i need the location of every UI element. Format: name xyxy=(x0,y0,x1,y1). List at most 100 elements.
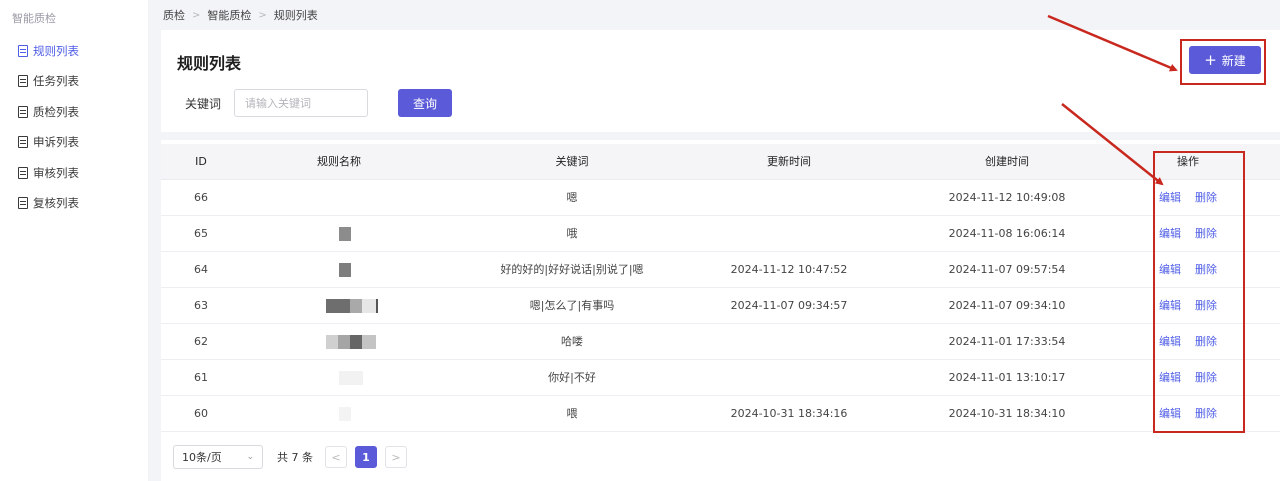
keyword-label: 关键词 xyxy=(185,97,222,111)
column-header-actions: 操作 xyxy=(1177,155,1199,168)
sidebar-item-label: 任务列表 xyxy=(33,74,79,88)
delete-link[interactable]: 删除 xyxy=(1195,407,1217,420)
sidebar-item-inspections[interactable]: 质检列表 xyxy=(18,102,79,122)
delete-link[interactable]: 删除 xyxy=(1195,263,1217,276)
cell-keyword: 哦 xyxy=(566,227,578,240)
pagination: 10条/页 ⌄ 共 7 条 < 1 > xyxy=(173,445,415,469)
cell-updated xyxy=(724,216,854,252)
column-header-id: ID xyxy=(195,155,207,168)
edit-link[interactable]: 编辑 xyxy=(1159,299,1181,312)
delete-link[interactable]: 删除 xyxy=(1195,191,1217,204)
redacted-name xyxy=(326,335,376,349)
sidebar-item-tasks[interactable]: 任务列表 xyxy=(18,71,79,91)
redacted-name xyxy=(339,263,351,277)
page-size-select[interactable]: 10条/页 ⌄ xyxy=(173,445,263,469)
edit-link[interactable]: 编辑 xyxy=(1159,335,1181,348)
delete-link[interactable]: 删除 xyxy=(1195,371,1217,384)
plus-icon: + xyxy=(1204,50,1217,69)
edit-link[interactable]: 编辑 xyxy=(1159,227,1181,240)
page-title: 规则列表 xyxy=(177,54,242,73)
page-size-value: 10条/页 xyxy=(182,451,222,464)
delete-link[interactable]: 删除 xyxy=(1195,335,1217,348)
cell-created: 2024-11-08 16:06:14 xyxy=(948,227,1066,240)
cell-updated: 2024-10-31 18:34:16 xyxy=(730,407,848,420)
cell-created: 2024-11-01 17:33:54 xyxy=(948,335,1066,348)
rules-table-panel: ID 规则名称 关键词 更新时间 创建时间 操作 66 嗯 2024-11-12… xyxy=(161,140,1280,481)
cell-id: 60 xyxy=(194,407,208,420)
column-header-name: 规则名称 xyxy=(317,155,361,168)
breadcrumb: 质检 > 智能质检 > 规则列表 xyxy=(163,6,318,24)
table-row: 64 好的好的|好好说话|别说了|嗯 2024-11-12 10:47:52 2… xyxy=(161,252,1280,288)
cell-created: 2024-11-01 13:10:17 xyxy=(948,371,1066,384)
cell-keyword: 哈喽 xyxy=(561,335,583,348)
document-icon xyxy=(18,136,28,148)
cell-created: 2024-11-07 09:34:10 xyxy=(948,299,1066,312)
cell-id: 61 xyxy=(194,371,208,384)
redacted-name xyxy=(326,299,378,313)
sidebar-item-appeals[interactable]: 申诉列表 xyxy=(18,132,79,152)
cell-actions: 编辑 删除 xyxy=(1148,252,1228,288)
table-row: 62 哈喽 2024-11-01 17:33:54 编辑 删除 xyxy=(161,324,1280,360)
edit-link[interactable]: 编辑 xyxy=(1159,263,1181,276)
edit-link[interactable]: 编辑 xyxy=(1159,407,1181,420)
cell-id: 65 xyxy=(194,227,208,240)
breadcrumb-item[interactable]: 质检 xyxy=(163,7,185,23)
sidebar-item-label: 申诉列表 xyxy=(33,135,79,149)
cell-keyword: 嗯|怎么了|有事吗 xyxy=(529,299,615,312)
redacted-name xyxy=(339,371,363,385)
chevron-right-icon: > xyxy=(258,9,267,21)
cell-id: 64 xyxy=(194,263,208,276)
chevron-left-icon: < xyxy=(331,450,341,464)
redacted-name xyxy=(339,407,351,421)
cell-id: 62 xyxy=(194,335,208,348)
column-header-keyword: 关键词 xyxy=(555,155,589,168)
breadcrumb-item[interactable]: 智能质检 xyxy=(207,7,251,23)
cell-created: 2024-11-07 09:57:54 xyxy=(948,263,1066,276)
cell-updated: 2024-11-12 10:47:52 xyxy=(730,263,848,276)
redacted-name xyxy=(339,227,351,241)
breadcrumb-item-current: 规则列表 xyxy=(273,9,318,22)
sidebar-item-reviews[interactable]: 审核列表 xyxy=(18,163,79,183)
chevron-down-icon: ⌄ xyxy=(246,452,254,462)
next-page-button[interactable]: > xyxy=(385,446,407,468)
cell-actions: 编辑 删除 xyxy=(1148,180,1228,216)
prev-page-button[interactable]: < xyxy=(325,446,347,468)
app-root: 智能质检 规则列表 任务列表 质检列表 申诉列表 审核列表 复核列表 质检 > xyxy=(0,0,1280,481)
table-row: 65 哦 2024-11-08 16:06:14 编辑 删除 xyxy=(161,216,1280,252)
query-button[interactable]: 查询 xyxy=(398,89,452,117)
edit-link[interactable]: 编辑 xyxy=(1159,191,1181,204)
table-header: ID 规则名称 关键词 更新时间 创建时间 操作 xyxy=(161,144,1280,180)
edit-link[interactable]: 编辑 xyxy=(1159,371,1181,384)
document-icon xyxy=(18,197,28,209)
delete-link[interactable]: 删除 xyxy=(1195,299,1217,312)
cell-created: 2024-10-31 18:34:10 xyxy=(948,407,1066,420)
table-row: 60 喂 2024-10-31 18:34:16 2024-10-31 18:3… xyxy=(161,396,1280,432)
cell-keyword: 喂 xyxy=(566,407,578,420)
sidebar-item-label: 复核列表 xyxy=(33,196,79,210)
sidebar-item-rechecks[interactable]: 复核列表 xyxy=(18,193,79,213)
sidebar-item-label: 审核列表 xyxy=(33,166,79,180)
cell-created: 2024-11-12 10:49:08 xyxy=(948,191,1066,204)
sidebar-item-label: 质检列表 xyxy=(33,105,79,119)
keyword-input[interactable] xyxy=(234,89,368,117)
cell-keyword: 嗯 xyxy=(566,191,578,204)
cell-id: 63 xyxy=(194,299,208,312)
document-icon xyxy=(18,106,28,118)
table-row: 66 嗯 2024-11-12 10:49:08 编辑 删除 xyxy=(161,180,1280,216)
cell-updated: 2024-11-07 09:34:57 xyxy=(730,299,848,312)
cell-actions: 编辑 删除 xyxy=(1148,396,1228,432)
cell-keyword: 好的好的|好好说话|别说了|嗯 xyxy=(500,263,644,276)
total-count: 共 7 条 xyxy=(277,451,313,464)
sidebar-group-title: 智能质检 xyxy=(12,12,56,25)
cell-actions: 编辑 删除 xyxy=(1148,216,1228,252)
page-number-button[interactable]: 1 xyxy=(355,446,377,468)
cell-id: 66 xyxy=(194,191,208,204)
chevron-right-icon: > xyxy=(391,450,401,464)
table-row: 61 你好|不好 2024-11-01 13:10:17 编辑 删除 xyxy=(161,360,1280,396)
delete-link[interactable]: 删除 xyxy=(1195,227,1217,240)
cell-actions: 编辑 删除 xyxy=(1148,360,1228,396)
new-button[interactable]: + 新建 xyxy=(1189,46,1261,74)
cell-updated xyxy=(724,360,854,396)
column-header-updated: 更新时间 xyxy=(767,155,811,168)
sidebar-item-rules[interactable]: 规则列表 xyxy=(18,41,79,61)
